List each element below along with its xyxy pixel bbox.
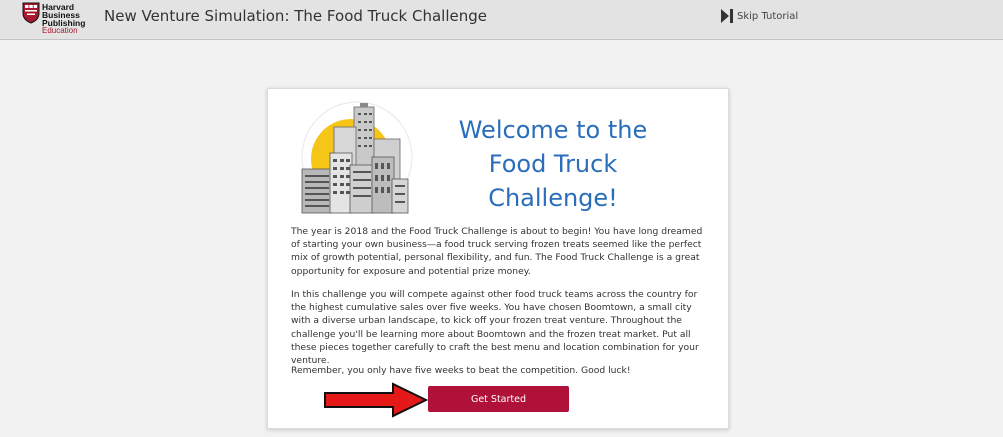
get-started-button[interactable]: Get Started: [428, 386, 569, 412]
arrow-right-icon: [324, 382, 429, 418]
skip-tutorial-button[interactable]: Skip Tutorial: [721, 8, 798, 24]
welcome-card: Welcome to the Food Truck Challenge! The…: [267, 88, 729, 429]
intro-paragraph: The year is 2018 and the Food Truck Chal…: [291, 226, 703, 277]
reminder-paragraph: Remember, you only have five weeks to be…: [291, 365, 631, 376]
city-skyline-icon: [301, 101, 413, 214]
skip-forward-icon: [721, 9, 733, 23]
skip-tutorial-label: Skip Tutorial: [737, 10, 799, 22]
shield-icon: [22, 2, 40, 24]
app-title: New Venture Simulation: The Food Truck C…: [104, 7, 487, 25]
hbp-logo: Harvard Business Publishing Education: [22, 2, 92, 35]
welcome-heading: Welcome to the Food Truck Challenge!: [458, 116, 648, 212]
logo-text: Education: [42, 26, 78, 35]
challenge-paragraph: In this challenge you will compete again…: [291, 289, 699, 367]
top-bar: Harvard Business Publishing Education Ne…: [0, 0, 1003, 40]
